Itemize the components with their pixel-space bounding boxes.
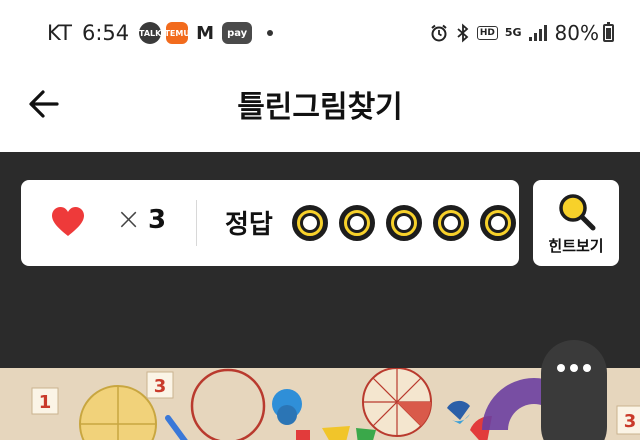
answer-slot-icon (292, 205, 328, 241)
answer-slot-icon (433, 205, 469, 241)
score-card: × 3 정답 (21, 180, 519, 266)
svg-text:3: 3 (154, 376, 167, 397)
answer-slot-icon (386, 205, 422, 241)
kakaotalk-icon: TALK (139, 22, 161, 44)
temu-icon: TEMU (164, 22, 190, 44)
answer-slot-icon (339, 205, 375, 241)
alarm-icon (429, 23, 449, 43)
hint-label: 힌트보기 (548, 237, 604, 255)
hd-voice-icon: HD (476, 26, 498, 40)
bluetooth-icon (456, 23, 470, 43)
status-left: KT 6:54 TALK TEMU M pay (47, 20, 274, 46)
lives-count: 3 (148, 205, 167, 235)
game-area: × 3 정답 힌트보기 (0, 152, 640, 368)
magnifier-icon (559, 194, 596, 231)
heart-icon (52, 207, 84, 236)
status-bar: KT 6:54 TALK TEMU M pay HD 5G 80% (0, 0, 640, 62)
fraction-circle-icon (362, 368, 432, 437)
app-bar: 틀린그림찾기 (0, 62, 640, 152)
answer-label: 정답 (225, 210, 273, 240)
more-options-button[interactable] (541, 340, 607, 440)
card-divider (196, 200, 197, 246)
m-app-icon: M (196, 22, 215, 44)
carrier-label: KT (47, 21, 72, 45)
clock: 6:54 (81, 21, 130, 45)
answer-slots (292, 205, 516, 241)
number-block-icon: 1 (31, 387, 59, 415)
notification-dot-icon (267, 30, 274, 36)
page-title: 틀린그림찾기 (237, 90, 403, 125)
battery-percent: 80% (554, 21, 599, 45)
status-right: HD 5G 80% (422, 20, 614, 46)
pay-icon: pay (222, 22, 253, 44)
number-block-icon: 3 (146, 371, 174, 399)
more-dots-icon (541, 364, 607, 372)
hint-button[interactable]: 힌트보기 (533, 180, 619, 266)
number-block-icon: 3 (616, 405, 640, 435)
signal-icon (528, 25, 547, 41)
answer-slot-icon (480, 205, 516, 241)
svg-text:1: 1 (39, 392, 52, 413)
battery-icon (603, 22, 614, 42)
svg-text:3: 3 (624, 411, 637, 432)
times-symbol: × (116, 202, 142, 237)
5g-icon: 5G (504, 26, 522, 39)
